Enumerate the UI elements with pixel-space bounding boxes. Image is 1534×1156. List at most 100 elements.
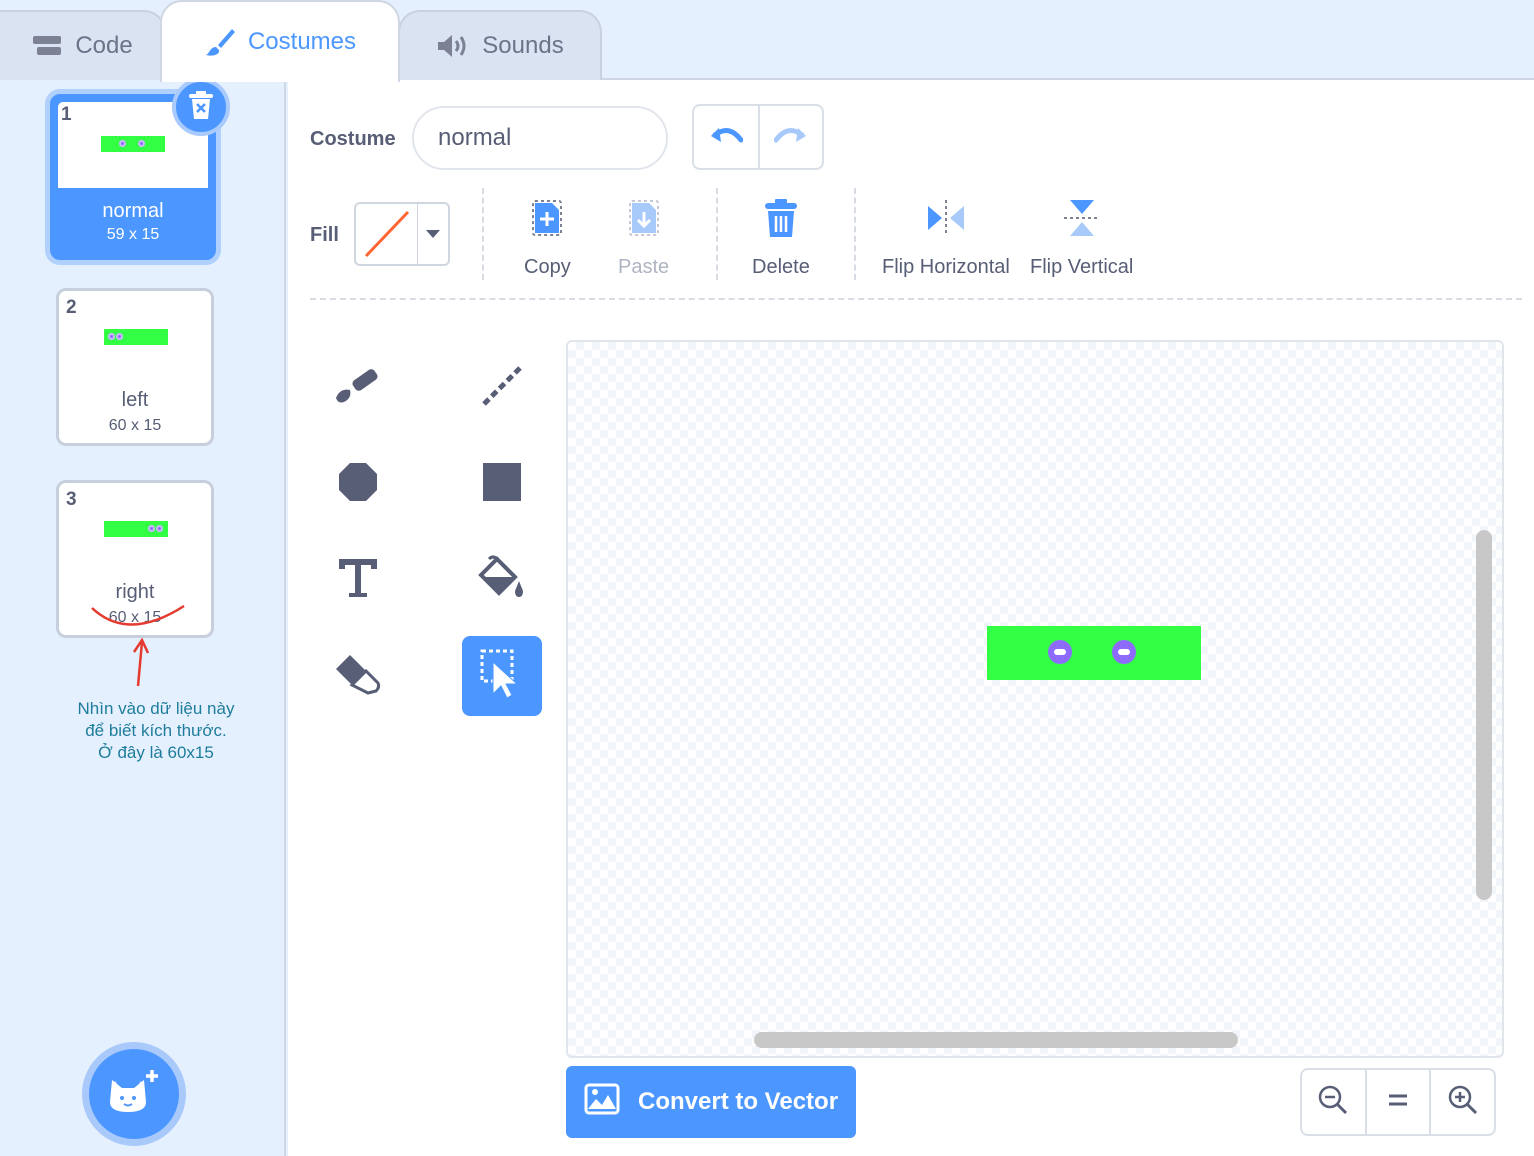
costume-number: 2 xyxy=(66,297,77,318)
flip-horizontal-label: Flip Horizontal xyxy=(882,256,1010,278)
fill-color-swatch xyxy=(356,204,418,264)
sprite-eye xyxy=(1112,640,1136,664)
annotation-note: Nhìn vào dữ liệu này để biết kích thước.… xyxy=(60,698,252,764)
zoom-reset-button[interactable] xyxy=(1364,1070,1430,1134)
thumbnail-eye xyxy=(116,333,123,340)
costume-name-label: Costume xyxy=(310,128,396,150)
paste-button[interactable]: Paste xyxy=(618,198,669,279)
costume-number: 1 xyxy=(61,104,72,125)
delete-button[interactable]: Delete xyxy=(752,198,810,279)
fill-tool[interactable] xyxy=(462,540,542,620)
flip-vertical-button[interactable]: Flip Vertical xyxy=(1030,198,1133,279)
zoom-controls xyxy=(1300,1068,1496,1136)
costume-list: 1 normal 59 x 15 2 left 60 x 15 3 right … xyxy=(0,78,286,1156)
tab-code-label: Code xyxy=(75,32,133,59)
tab-costumes-label: Costumes xyxy=(247,28,357,55)
zoom-in-button[interactable] xyxy=(1429,1070,1494,1134)
zoom-in-icon xyxy=(1447,1084,1479,1121)
fill-label: Fill xyxy=(310,224,339,246)
chevron-down-icon xyxy=(418,204,448,264)
tab-costumes[interactable]: Costumes xyxy=(160,0,400,82)
select-tool[interactable] xyxy=(462,636,542,716)
costume-name: normal xyxy=(102,200,164,222)
rectangle-tool[interactable] xyxy=(462,444,542,524)
copy-label: Copy xyxy=(524,256,571,278)
toolbar-divider xyxy=(482,188,484,280)
sprite-eye xyxy=(1048,640,1072,664)
paste-icon xyxy=(627,198,661,244)
thumbnail-eye xyxy=(138,140,145,147)
redo-button[interactable] xyxy=(758,106,822,168)
redo-icon xyxy=(773,124,808,151)
vertical-scrollbar[interactable] xyxy=(1476,530,1492,900)
tab-code[interactable]: Code xyxy=(0,10,166,80)
copy-button[interactable]: Copy xyxy=(524,198,571,279)
flip-horizontal-icon xyxy=(926,198,966,244)
annotation-line: Ở đây là 60x15 xyxy=(98,743,214,762)
image-icon xyxy=(584,1083,620,1122)
costume-size: 59 x 15 xyxy=(106,226,160,243)
speaker-icon xyxy=(436,33,470,59)
brush-icon xyxy=(332,364,384,413)
eraser-icon xyxy=(332,651,384,702)
eraser-tool[interactable] xyxy=(318,636,398,716)
text-tool[interactable] xyxy=(318,540,398,620)
tab-sounds-label: Sounds xyxy=(482,32,564,59)
trash-icon xyxy=(187,90,215,125)
tab-sounds[interactable]: Sounds xyxy=(398,10,602,80)
convert-to-vector-label: Convert to Vector xyxy=(638,1088,839,1115)
paste-label: Paste xyxy=(618,256,670,278)
delete-label: Delete xyxy=(752,256,810,278)
paint-editor: Costume Fill Copy Paste xyxy=(288,80,1534,1156)
costume-thumbnail xyxy=(101,136,165,152)
choose-costume-button[interactable] xyxy=(82,1042,186,1146)
toolbar-divider xyxy=(310,298,1522,300)
circle-icon xyxy=(337,461,379,508)
sprite-bitmap[interactable] xyxy=(987,626,1201,680)
undo-icon xyxy=(709,124,744,151)
costume-thumbnail xyxy=(104,329,168,345)
flip-vertical-icon xyxy=(1062,198,1102,244)
convert-to-vector-button[interactable]: Convert to Vector xyxy=(566,1066,856,1138)
rectangle-icon xyxy=(482,462,522,507)
zoom-out-icon xyxy=(1317,1084,1349,1121)
costume-name-input[interactable] xyxy=(412,106,668,170)
toolbar-divider xyxy=(854,188,856,280)
delete-costume-button[interactable] xyxy=(172,78,230,136)
thumbnail-eye xyxy=(148,525,155,532)
flip-horizontal-button[interactable]: Flip Horizontal xyxy=(882,198,1010,279)
annotation-line: để biết kích thước. xyxy=(85,721,227,740)
select-cursor-icon xyxy=(479,648,525,705)
editor-tab-bar: Code Costumes Sounds xyxy=(0,0,1534,82)
thumbnail-eye xyxy=(119,140,126,147)
annotation-markup xyxy=(91,604,185,687)
fill-color-picker[interactable] xyxy=(354,202,450,266)
paint-canvas[interactable] xyxy=(566,340,1504,1058)
costume-number: 3 xyxy=(66,489,77,510)
costume-thumbnail xyxy=(104,521,168,537)
line-icon xyxy=(480,364,524,413)
thumbnail-eye xyxy=(108,333,115,340)
code-icon xyxy=(33,35,63,57)
paint-bucket-icon xyxy=(475,555,529,606)
equals-icon xyxy=(1387,1092,1409,1113)
horizontal-scrollbar[interactable] xyxy=(754,1032,1238,1048)
copy-icon xyxy=(530,198,564,244)
trash-icon xyxy=(763,198,799,244)
costume-name: left xyxy=(121,389,149,411)
brush-icon xyxy=(204,26,236,58)
costume-item-left[interactable]: 2 left 60 x 15 xyxy=(56,288,214,446)
toolbar-divider xyxy=(716,188,718,280)
brush-tool[interactable] xyxy=(318,348,398,428)
thumbnail-eye xyxy=(156,525,163,532)
flip-vertical-label: Flip Vertical xyxy=(1030,256,1134,278)
text-icon xyxy=(337,557,379,604)
costume-size: 60 x 15 xyxy=(108,417,162,434)
undo-redo-group xyxy=(692,104,824,170)
line-tool[interactable] xyxy=(462,348,542,428)
cat-plus-icon xyxy=(108,1068,160,1121)
undo-button[interactable] xyxy=(694,106,758,168)
annotation-line: Nhìn vào dữ liệu này xyxy=(77,699,235,718)
circle-tool[interactable] xyxy=(318,444,398,524)
zoom-out-button[interactable] xyxy=(1302,1070,1365,1134)
